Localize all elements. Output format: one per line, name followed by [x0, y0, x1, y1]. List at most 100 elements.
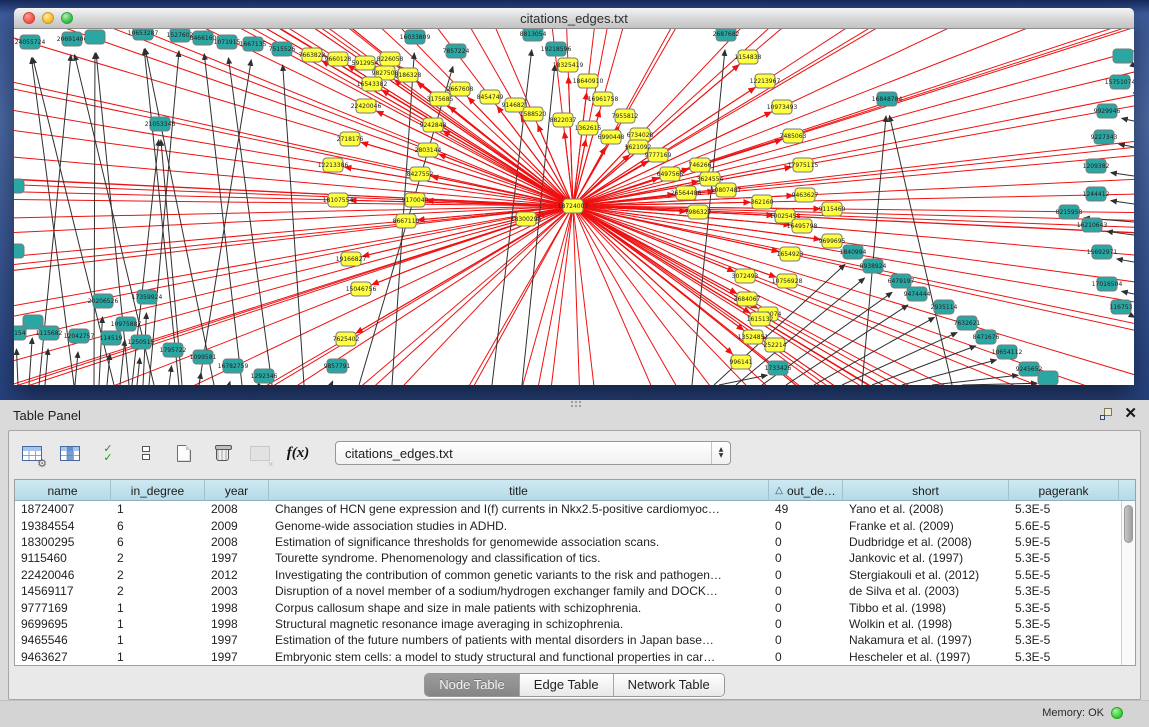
table-row[interactable]: 1938455462009Genome-wide association stu…	[15, 517, 1135, 533]
table-row[interactable]: 977716911998Corpus callosum shape and si…	[15, 599, 1135, 615]
graph-node[interactable]	[39, 326, 59, 340]
graph-node[interactable]	[783, 129, 803, 143]
graph-node[interactable]	[976, 330, 996, 344]
graph-node[interactable]	[116, 317, 136, 331]
column-header-title[interactable]: title	[269, 480, 769, 501]
graph-node[interactable]	[907, 287, 927, 301]
zoom-button-icon[interactable]	[61, 12, 73, 24]
graph-node[interactable]	[405, 193, 425, 207]
graph-node[interactable]	[150, 117, 170, 131]
graph-node[interactable]	[780, 247, 800, 261]
graph-node[interactable]	[523, 107, 543, 121]
graph-node[interactable]	[750, 312, 770, 326]
column-header-pagerank[interactable]: pagerank	[1009, 480, 1119, 501]
graph-node[interactable]	[137, 290, 157, 304]
graph-node[interactable]	[688, 205, 708, 219]
graph-node[interactable]	[735, 269, 755, 283]
float-window-icon[interactable]	[1100, 408, 1112, 420]
graph-node[interactable]	[193, 31, 213, 45]
graph-node[interactable]	[1038, 371, 1058, 385]
row-height-icon[interactable]	[133, 440, 159, 466]
graph-node[interactable]	[446, 44, 466, 58]
graph-node[interactable]	[14, 326, 26, 340]
graph-node[interactable]	[480, 90, 500, 104]
graph-node[interactable]	[676, 186, 696, 200]
graph-node[interactable]	[328, 193, 348, 207]
graph-node[interactable]	[743, 330, 763, 344]
graph-node[interactable]	[20, 35, 40, 49]
graph-node[interactable]	[69, 329, 89, 343]
graph-node[interactable]	[423, 118, 443, 132]
graph-node[interactable]	[957, 316, 977, 330]
graph-node[interactable]	[1094, 130, 1114, 144]
graph-node[interactable]	[340, 132, 360, 146]
graph-node[interactable]	[553, 113, 573, 127]
table-mode-icon[interactable]: ⚙	[19, 440, 45, 466]
graph-node[interactable]	[738, 50, 758, 64]
table-row[interactable]: 1456911722003Disruption of a novel membe…	[15, 583, 1135, 599]
graph-node[interactable]	[822, 202, 842, 216]
graph-node[interactable]	[628, 140, 648, 154]
graph-node[interactable]	[752, 195, 772, 209]
graph-node[interactable]	[1019, 362, 1039, 376]
graph-node[interactable]	[716, 183, 736, 197]
minimize-button-icon[interactable]	[42, 12, 54, 24]
graph-node[interactable]	[1097, 104, 1117, 118]
graph-node[interactable]	[891, 274, 911, 288]
graph-node[interactable]	[793, 158, 813, 172]
graph-node[interactable]	[323, 158, 343, 172]
network-graph[interactable]: 1872400776638229660128591295482260589827…	[14, 29, 1134, 385]
function-builder-icon[interactable]: f(x)	[285, 440, 311, 466]
column-header-out_degree[interactable]: △out_de…	[769, 480, 843, 501]
graph-node[interactable]	[418, 143, 438, 157]
table-row[interactable]: 969969511998Structural magnetic resonanc…	[15, 616, 1135, 632]
graph-node[interactable]	[101, 331, 121, 345]
graph-node[interactable]	[1082, 218, 1102, 232]
graph-node[interactable]	[396, 214, 416, 228]
graph-node[interactable]	[768, 361, 788, 375]
graph-node[interactable]	[327, 359, 347, 373]
graph-node[interactable]	[356, 99, 376, 113]
vertical-scrollbar[interactable]	[1121, 501, 1135, 665]
graph-node[interactable]	[398, 68, 418, 82]
graph-node[interactable]	[563, 199, 583, 213]
graph-node[interactable]	[934, 300, 954, 314]
graph-node[interactable]	[1059, 205, 1079, 219]
table-row[interactable]: 2242004622012Investigating the contribut…	[15, 567, 1135, 583]
graph-node[interactable]	[716, 29, 736, 41]
scrollbar-thumb[interactable]	[1124, 505, 1133, 543]
network-canvas[interactable]: 1872400776638229660128591295482260589827…	[14, 29, 1134, 385]
graph-node[interactable]	[85, 30, 105, 44]
graph-node[interactable]	[14, 179, 24, 193]
graph-node[interactable]	[410, 167, 430, 181]
graph-node[interactable]	[450, 82, 470, 96]
column-header-in_degree[interactable]: in_degree	[111, 480, 205, 501]
graph-node[interactable]	[272, 42, 292, 56]
graph-node[interactable]	[254, 369, 274, 383]
graph-node[interactable]	[355, 56, 375, 70]
graph-node[interactable]	[302, 48, 322, 62]
graph-node[interactable]	[765, 338, 785, 352]
close-panel-icon[interactable]: ✕	[1124, 407, 1137, 421]
table-row[interactable]: 946362711997Embryonic stem cells: a mode…	[15, 649, 1135, 665]
graph-node[interactable]	[795, 188, 815, 202]
graph-node[interactable]	[362, 77, 382, 91]
graph-node[interactable]	[593, 92, 613, 106]
graph-node[interactable]	[578, 121, 598, 135]
graph-node[interactable]	[690, 158, 710, 172]
graph-node[interactable]	[1111, 300, 1131, 314]
column-header-name[interactable]: name	[15, 480, 111, 501]
graph-node[interactable]	[1086, 187, 1106, 201]
graph-node[interactable]	[648, 148, 668, 162]
table-row[interactable]: 911546021997Tourette syndrome. Phenomeno…	[15, 550, 1135, 566]
graph-node[interactable]	[430, 92, 450, 106]
table-row[interactable]: 946554611997Estimation of the future num…	[15, 632, 1135, 648]
graph-node[interactable]	[328, 52, 348, 66]
graph-node[interactable]	[163, 343, 183, 357]
column-header-year[interactable]: year	[205, 480, 269, 501]
graph-node[interactable]	[601, 130, 621, 144]
graph-node[interactable]	[243, 37, 263, 51]
show-columns-icon[interactable]	[57, 440, 83, 466]
graph-node[interactable]	[843, 245, 863, 259]
tab-network-table[interactable]: Network Table	[614, 674, 724, 696]
